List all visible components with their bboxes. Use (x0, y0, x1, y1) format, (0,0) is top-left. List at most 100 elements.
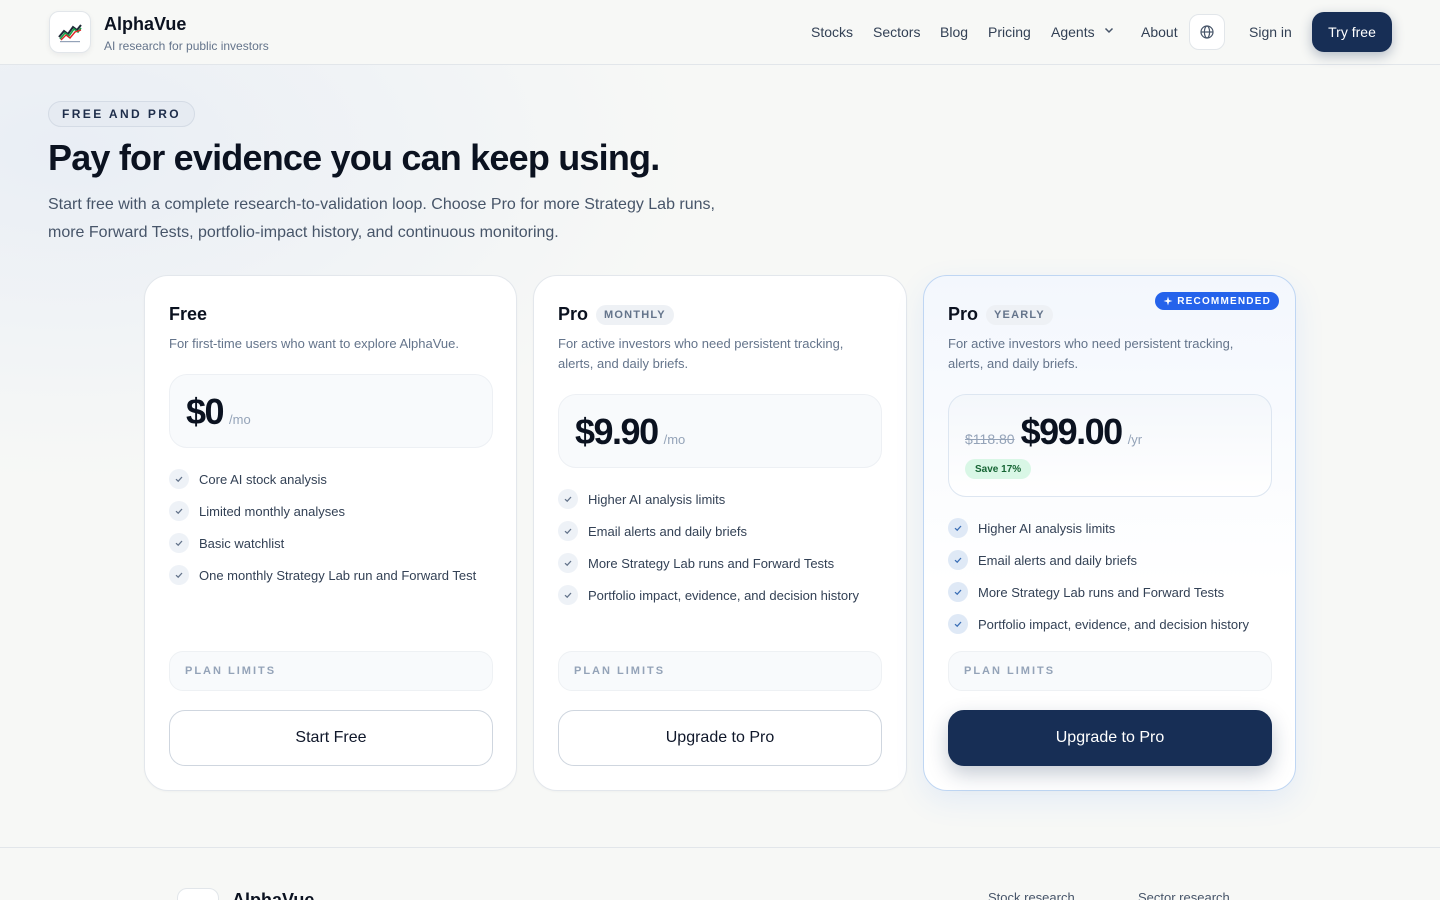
start-free-button[interactable]: Start Free (169, 710, 493, 766)
sign-in-link[interactable]: Sign in (1249, 0, 1292, 64)
nav-item-agents[interactable]: Agents (1051, 0, 1115, 64)
price-row: $0 /mo (186, 391, 251, 433)
list-item: One monthly Strategy Lab run and Forward… (169, 559, 476, 591)
price-amount: $9.90 (575, 411, 659, 452)
check-icon (948, 582, 968, 602)
plan-name-text: Pro (948, 304, 979, 324)
plan-card-free: Free For first-time users who want to ex… (144, 275, 517, 791)
plan-limits-toggle[interactable]: PLAN LIMITS (169, 651, 493, 691)
list-item: More Strategy Lab runs and Forward Tests (948, 576, 1249, 608)
page-title: Pay for evidence you can keep using. (48, 137, 660, 178)
recommended-label: RECOMMENDED (1177, 295, 1271, 307)
nav-link-stocks[interactable]: Stocks (811, 24, 853, 40)
list-item: Higher AI analysis limits (948, 512, 1249, 544)
price-panel: $118.80 $99.00 /yr Save 17% (948, 394, 1272, 497)
plan-description: For active investors who need persistent… (558, 336, 844, 371)
price-panel: $0 /mo (169, 374, 493, 448)
nav-item-sectors[interactable]: Sectors (873, 0, 920, 64)
try-free-button[interactable]: Try free (1312, 12, 1392, 52)
plan-card-pro-yearly: RECOMMENDED Pro YEARLY For active invest… (923, 275, 1296, 791)
upgrade-to-pro-monthly-button[interactable]: Upgrade to Pro (558, 710, 882, 766)
price-unit: /yr (1127, 432, 1143, 447)
list-item: Email alerts and daily briefs (948, 544, 1249, 576)
feature-list: Higher AI analysis limits Email alerts a… (558, 483, 859, 611)
price-amount: $0 (186, 391, 225, 432)
plan-name: Pro MONTHLY (558, 304, 674, 325)
language-button[interactable] (1189, 14, 1225, 50)
check-icon (169, 565, 189, 585)
price-amount: $99.00 (1020, 411, 1124, 452)
list-item: Portfolio impact, evidence, and decision… (558, 579, 859, 611)
feature-list: Higher AI analysis limits Email alerts a… (948, 512, 1249, 640)
upgrade-to-pro-yearly-button[interactable]: Upgrade to Pro (948, 710, 1272, 766)
plan-name: Free (169, 304, 207, 325)
nav-item-pricing[interactable]: Pricing (988, 0, 1031, 64)
feature-text: One monthly Strategy Lab run and Forward… (199, 567, 477, 583)
nav-link-sectors[interactable]: Sectors (873, 24, 920, 40)
plan-description: For active investors who need persistent… (948, 336, 1234, 371)
nav-item-blog[interactable]: Blog (940, 0, 968, 64)
plan-name: Pro YEARLY (948, 304, 1053, 325)
nav-link-pricing[interactable]: Pricing (988, 24, 1031, 40)
nav-item-stocks[interactable]: Stocks (811, 0, 853, 64)
check-icon (169, 501, 189, 521)
list-item: Email alerts and daily briefs (558, 515, 859, 547)
chevron-down-icon[interactable] (1103, 23, 1115, 41)
list-item: Higher AI analysis limits (558, 483, 859, 515)
nav-link-blog[interactable]: Blog (940, 24, 968, 40)
plan-description: For first-time users who want to explore… (169, 336, 459, 351)
feature-text: More Strategy Lab runs and Forward Tests (588, 555, 835, 571)
check-icon (948, 550, 968, 570)
page-subtitle: Start free with a complete research-to-v… (48, 196, 715, 241)
price-unit: /mo (229, 412, 251, 427)
section-eyebrow-badge: FREE AND PRO (48, 101, 196, 127)
price-unit: /mo (663, 432, 686, 447)
feature-text: Email alerts and daily briefs (588, 523, 747, 539)
brand-logo[interactable] (49, 11, 91, 53)
feature-text: Portfolio impact, evidence, and decision… (588, 587, 859, 603)
check-icon (169, 533, 189, 553)
brand-name[interactable]: AlphaVue (104, 14, 186, 35)
check-icon (948, 518, 968, 538)
globe-icon (1200, 25, 1214, 39)
plan-limits-toggle[interactable]: PLAN LIMITS (948, 651, 1272, 691)
footer-link-sector-research[interactable]: Sector research (1138, 890, 1230, 900)
price-row: $9.90 /mo (575, 411, 685, 453)
feature-list: Core AI stock analysis Limited monthly a… (169, 463, 476, 591)
brand-tagline: AI research for public investors (104, 39, 269, 53)
check-icon (169, 469, 189, 489)
price-panel: $9.90 /mo (558, 394, 882, 468)
list-item: Core AI stock analysis (169, 463, 476, 495)
price-row: $118.80 $99.00 /yr (965, 411, 1142, 453)
original-price: $118.80 (965, 431, 1015, 447)
check-icon (558, 521, 578, 541)
billing-period-badge: YEARLY (986, 304, 1053, 325)
nav-item-about[interactable]: About (1141, 0, 1178, 64)
top-navigation-bar: AlphaVue AI research for public investor… (0, 0, 1440, 65)
plan-limits-toggle[interactable]: PLAN LIMITS (558, 651, 882, 691)
footer-link-stock-research[interactable]: Stock research (988, 890, 1075, 900)
feature-text: Limited monthly analyses (199, 503, 345, 519)
feature-text: Basic watchlist (199, 535, 285, 551)
feature-text: Email alerts and daily briefs (978, 552, 1137, 568)
billing-period-badge: MONTHLY (596, 304, 674, 325)
feature-text: Portfolio impact, evidence, and decision… (978, 616, 1249, 632)
nav-link-about[interactable]: About (1141, 24, 1178, 40)
list-item: Limited monthly analyses (169, 495, 476, 527)
check-icon (558, 489, 578, 509)
nav-link-agents[interactable]: Agents (1051, 24, 1095, 40)
chart-up-logo-icon (58, 24, 82, 43)
list-item: More Strategy Lab runs and Forward Tests (558, 547, 859, 579)
recommended-badge: RECOMMENDED (1155, 292, 1279, 310)
feature-text: More Strategy Lab runs and Forward Tests (978, 584, 1225, 600)
feature-text: Higher AI analysis limits (588, 491, 726, 507)
feature-text: Core AI stock analysis (199, 471, 327, 487)
check-icon (558, 553, 578, 573)
sparkle-icon (1163, 296, 1173, 306)
site-footer: AlphaVue Stock research Sector research (0, 847, 1440, 900)
check-icon (558, 585, 578, 605)
footer-brand-logo[interactable] (177, 888, 219, 900)
plan-name-text: Free (169, 304, 208, 324)
footer-brand-name[interactable]: AlphaVue (232, 890, 314, 900)
plan-card-pro-monthly: Pro MONTHLY For active investors who nee… (533, 275, 907, 791)
